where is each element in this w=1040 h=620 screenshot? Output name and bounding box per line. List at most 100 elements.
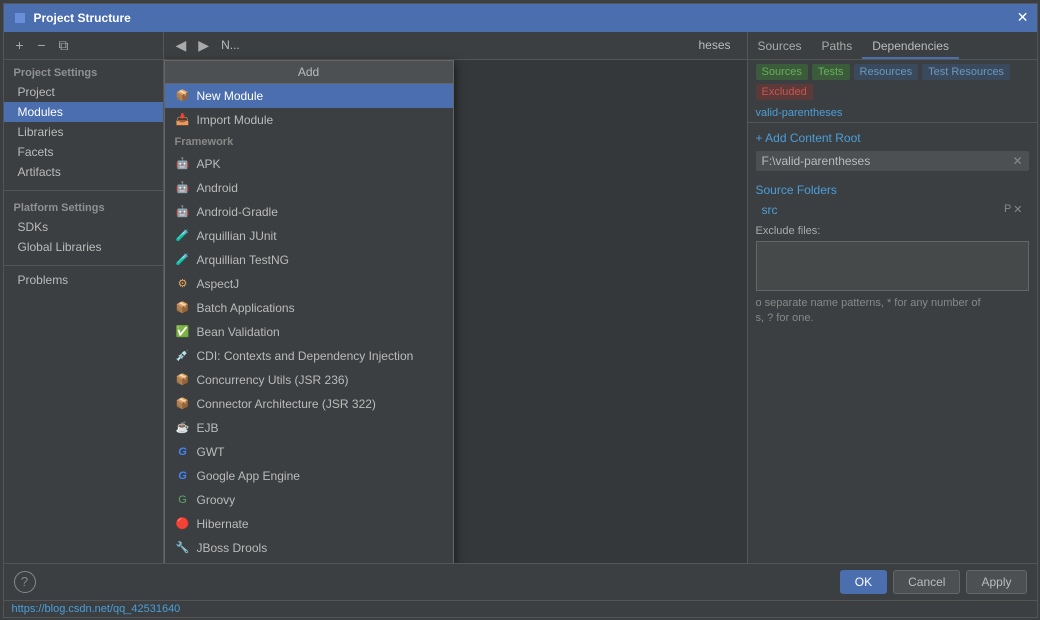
dropdown-item-android-gradle[interactable]: 🤖 Android-Gradle xyxy=(165,200,453,224)
dropdown-item-connector-arch[interactable]: 📦 Connector Architecture (JSR 322) xyxy=(165,392,453,416)
excluded-tag[interactable]: Excluded xyxy=(756,84,813,100)
aspectj-label: AspectJ xyxy=(197,277,240,291)
connector-label: Connector Architecture (JSR 322) xyxy=(197,397,376,411)
exclude-hint-2: s, ? for one. xyxy=(756,312,1029,324)
dropdown-item-concurrency-utils[interactable]: 📦 Concurrency Utils (JSR 236) xyxy=(165,368,453,392)
tab-sources[interactable]: Sources xyxy=(748,35,812,59)
add-content-root-button[interactable]: + Add Content Root xyxy=(756,131,861,145)
breadcrumb-text: valid-parentheses xyxy=(756,107,843,119)
dropdown-item-arquillian-junit[interactable]: 🧪 Arquillian JUnit xyxy=(165,224,453,248)
source-folder-actions: P ✕ xyxy=(1004,203,1023,216)
center-area: ◀ ▶ N... heses Add 📦 xyxy=(164,32,747,563)
dropdown-item-apk[interactable]: 🤖 APK xyxy=(165,152,453,176)
sidebar-item-problems[interactable]: Problems xyxy=(4,270,163,290)
cdi-icon: 💉 xyxy=(175,348,191,364)
apk-icon: 🤖 xyxy=(175,156,191,172)
google-app-engine-icon: G xyxy=(175,468,191,484)
folder-path-row: F:\valid-parentheses ✕ xyxy=(756,151,1029,171)
module-content-area: Add 📦 New Module 📥 Import Module xyxy=(164,60,747,563)
source-folder-x-button[interactable]: ✕ xyxy=(1013,203,1022,216)
dropdown-item-google-app-engine[interactable]: G Google App Engine xyxy=(165,464,453,488)
dialog-icon xyxy=(12,10,28,26)
tests-tag[interactable]: Tests xyxy=(812,64,850,80)
sidebar: + − ⧉ Project Settings Project Modules L… xyxy=(4,32,164,563)
folder-close-button[interactable]: ✕ xyxy=(1012,154,1022,168)
arquillian-testng-label: Arquillian TestNG xyxy=(197,253,289,267)
dropdown-item-ejb[interactable]: ☕ EJB xyxy=(165,416,453,440)
status-url: https://blog.csdn.net/qq_42531640 xyxy=(12,603,181,615)
content-roots-header: + Add Content Root xyxy=(756,131,1029,145)
arquillian-testng-icon: 🧪 xyxy=(175,252,191,268)
dropdown-item-gwt[interactable]: G GWT xyxy=(165,440,453,464)
remove-button[interactable]: − xyxy=(32,35,52,55)
status-bar: https://blog.csdn.net/qq_42531640 xyxy=(4,600,1037,617)
module-name-header: N... xyxy=(221,38,240,52)
source-folder-p-button[interactable]: P xyxy=(1004,203,1011,216)
back-button[interactable]: ◀ xyxy=(172,35,191,56)
copy-button[interactable]: ⧉ xyxy=(54,35,74,55)
hibernate-label: Hibernate xyxy=(197,517,249,531)
ok-button[interactable]: OK xyxy=(840,570,887,594)
platform-settings-title: Platform Settings xyxy=(4,199,163,217)
resources-tag[interactable]: Resources xyxy=(854,64,919,80)
breadcrumb-bar: valid-parentheses xyxy=(748,104,1037,123)
close-button[interactable]: ✕ xyxy=(1017,9,1029,26)
dialog-title: Project Structure xyxy=(34,11,131,25)
exclude-pattern-area: Exclude files: o separate name patterns,… xyxy=(748,219,1037,563)
import-module-icon: 📥 xyxy=(175,112,191,128)
dropdown-item-import-module[interactable]: 📥 Import Module xyxy=(165,108,453,132)
dropdown-item-bean-validation[interactable]: ✅ Bean Validation xyxy=(165,320,453,344)
sidebar-item-facets[interactable]: Facets xyxy=(4,142,163,162)
apply-button[interactable]: Apply xyxy=(966,570,1026,594)
source-folder-name: src xyxy=(762,203,778,217)
concurrency-label: Concurrency Utils (JSR 236) xyxy=(197,373,349,387)
tags-row: Sources Tests Resources Test Resources E… xyxy=(748,60,1037,104)
sidebar-toolbar: + − ⧉ xyxy=(4,32,163,60)
help-button[interactable]: ? xyxy=(14,571,36,593)
tab-dependencies[interactable]: Dependencies xyxy=(862,35,959,59)
title-bar: Project Structure ✕ xyxy=(4,4,1037,32)
sidebar-item-project[interactable]: Project xyxy=(4,82,163,102)
hibernate-icon: 🔴 xyxy=(175,516,191,532)
cancel-button[interactable]: Cancel xyxy=(893,570,960,594)
dropdown-item-android[interactable]: 🤖 Android xyxy=(165,176,453,200)
dropdown-item-jms[interactable]: 📦 JMS: Java Message Service xyxy=(165,560,453,563)
source-folders-section: Source Folders src P ✕ xyxy=(748,183,1037,219)
dropdown-item-hibernate[interactable]: 🔴 Hibernate xyxy=(165,512,453,536)
gwt-label: GWT xyxy=(197,445,225,459)
sidebar-item-modules[interactable]: Modules xyxy=(4,102,163,122)
tab-paths[interactable]: Paths xyxy=(812,35,863,59)
add-dropdown-menu: Add 📦 New Module 📥 Import Module xyxy=(164,60,454,563)
forward-button[interactable]: ▶ xyxy=(194,35,213,56)
bottom-bar: ? OK Cancel Apply xyxy=(4,563,1037,600)
batch-label: Batch Applications xyxy=(197,301,295,315)
add-button[interactable]: + xyxy=(10,35,30,55)
bean-validation-icon: ✅ xyxy=(175,324,191,340)
jboss-drools-label: JBoss Drools xyxy=(197,541,268,555)
right-panel: Sources Paths Dependencies Sources Tests… xyxy=(747,32,1037,563)
new-module-icon: 📦 xyxy=(175,88,191,104)
dropdown-item-jboss-drools[interactable]: 🔧 JBoss Drools xyxy=(165,536,453,560)
exclude-label: Exclude files: xyxy=(756,225,1029,237)
exclude-textarea[interactable] xyxy=(756,241,1029,291)
sources-tag[interactable]: Sources xyxy=(756,64,808,80)
batch-icon: 📦 xyxy=(175,300,191,316)
dropdown-item-groovy[interactable]: G Groovy xyxy=(165,488,453,512)
sidebar-item-artifacts[interactable]: Artifacts xyxy=(4,162,163,182)
import-module-label: Import Module xyxy=(197,113,274,127)
android-icon: 🤖 xyxy=(175,180,191,196)
dropdown-item-batch-applications[interactable]: 📦 Batch Applications xyxy=(165,296,453,320)
sidebar-item-sdks[interactable]: SDKs xyxy=(4,217,163,237)
ejb-label: EJB xyxy=(197,421,219,435)
test-resources-tag[interactable]: Test Resources xyxy=(922,64,1010,80)
title-bar-left: Project Structure xyxy=(12,10,131,26)
dropdown-item-aspectj[interactable]: ⚙ AspectJ xyxy=(165,272,453,296)
dropdown-header: Add xyxy=(165,61,453,84)
sidebar-item-libraries[interactable]: Libraries xyxy=(4,122,163,142)
dropdown-item-cdi[interactable]: 💉 CDI: Contexts and Dependency Injection xyxy=(165,344,453,368)
connector-icon: 📦 xyxy=(175,396,191,412)
arquillian-junit-icon: 🧪 xyxy=(175,228,191,244)
dropdown-item-new-module[interactable]: 📦 New Module xyxy=(165,84,453,108)
sidebar-item-global-libraries[interactable]: Global Libraries xyxy=(4,237,163,257)
dropdown-item-arquillian-testng[interactable]: 🧪 Arquillian TestNG xyxy=(165,248,453,272)
